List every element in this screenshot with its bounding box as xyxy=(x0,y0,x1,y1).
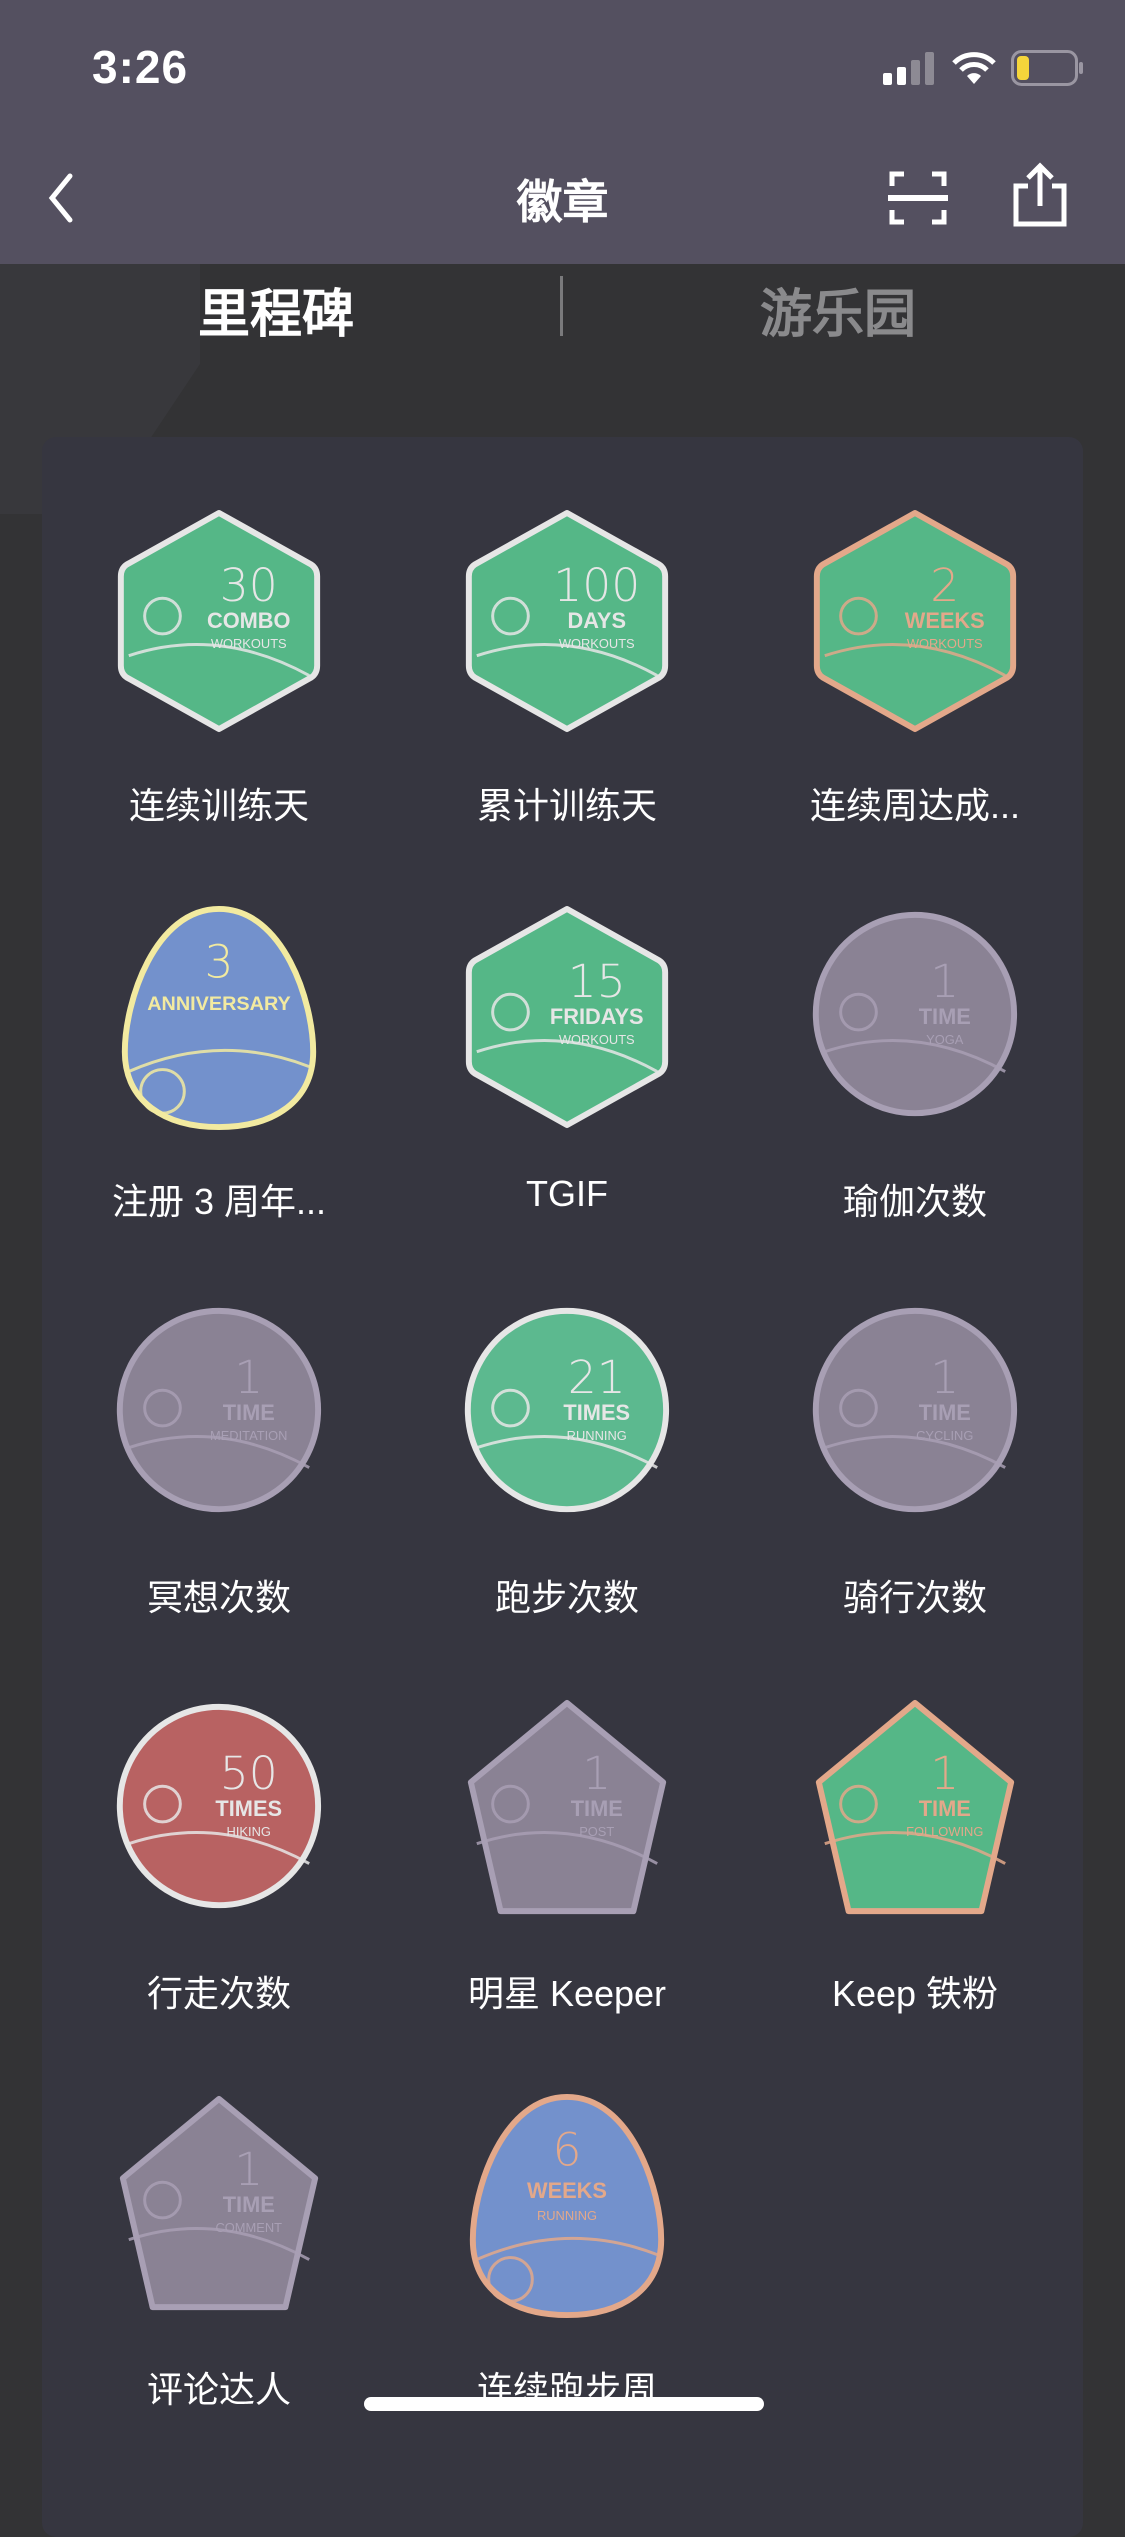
badge-line2: RUNNING xyxy=(567,1428,627,1443)
badge-item[interactable]: 6 WEEKS RUNNING 连续跑步周 xyxy=(390,2021,744,2417)
share-button[interactable] xyxy=(1012,162,1068,228)
tab-divider xyxy=(560,276,563,336)
badge-label: 冥想次数 xyxy=(146,1577,291,1618)
badge-number: 6 xyxy=(552,2123,581,2176)
badge-label: 跑步次数 xyxy=(494,1577,639,1618)
badge-pent-icon: 1 TIME FOLLOWING xyxy=(815,1699,1015,1915)
badge-line2: FOLLOWING xyxy=(906,1824,983,1839)
badge-line2: YOGA xyxy=(926,1032,964,1047)
badge-label: 行走次数 xyxy=(146,1973,291,2014)
battery-icon xyxy=(1011,50,1083,86)
badge-label: Keep 铁粉 xyxy=(831,1973,999,2014)
badge-line2: HIKING xyxy=(227,1824,271,1839)
badge-circle-icon: 21 TIMES RUNNING xyxy=(464,1307,670,1513)
badge-line1: WEEKS xyxy=(527,2178,607,2203)
badge-line2: WORKOUTS xyxy=(559,1032,635,1047)
badge-hex-icon: 2 WEEKS WORKOUTS xyxy=(813,509,1017,733)
badge-item[interactable]: 1 TIME COMMENT 评论达人 xyxy=(42,2021,396,2417)
badge-hex-icon: 30 COMBO WORKOUTS xyxy=(117,509,321,733)
badge-label: 瑜伽次数 xyxy=(842,1181,987,1222)
wifi-icon xyxy=(952,52,996,84)
badge-hex-icon: 100 DAYS WORKOUTS xyxy=(465,509,669,733)
badge-number: 2 xyxy=(930,559,959,612)
badge-number: 15 xyxy=(568,955,626,1008)
badge-grid: 30 COMBO WORKOUTS 连续训练天 100 DAYS WORKOUT… xyxy=(42,437,1083,2537)
badge-line2: RUNNING xyxy=(537,2208,597,2223)
tab-bar: 里程碑 游乐园 xyxy=(0,264,1125,364)
signal-icon xyxy=(883,52,934,85)
badge-circle-icon: 1 TIME CYCLING xyxy=(812,1307,1018,1513)
badge-line1: FRIDAYS xyxy=(550,1004,644,1029)
badge-label: 注册 3 周年... xyxy=(111,1181,327,1222)
badge-egg-icon: 3 ANNIVERSARY xyxy=(121,905,317,1131)
badge-pent-icon: 1 TIME POST xyxy=(467,1699,667,1915)
badge-circle-icon: 50 TIMES HIKING xyxy=(116,1703,322,1909)
badge-line1: TIME xyxy=(919,1400,971,1425)
status-icons xyxy=(883,50,1085,86)
badge-item[interactable]: 3 ANNIVERSARY 注册 3 周年... xyxy=(42,833,396,1229)
badge-line1: TIMES xyxy=(563,1400,630,1425)
badge-circle-icon: 1 TIME MEDITATION xyxy=(116,1307,322,1513)
badge-line1: ANNIVERSARY xyxy=(147,993,290,1015)
badge-label: TGIF xyxy=(526,1173,608,1214)
badge-pent-icon: 1 TIME COMMENT xyxy=(119,2095,319,2311)
badge-line1: TIMES xyxy=(215,1796,282,1821)
scan-button[interactable] xyxy=(888,170,948,226)
badge-item[interactable]: 50 TIMES HIKING 行走次数 xyxy=(42,1625,396,2021)
badge-item[interactable]: 2 WEEKS WORKOUTS 连续周达成... xyxy=(738,437,1092,833)
badge-item[interactable]: 21 TIMES RUNNING 跑步次数 xyxy=(390,1229,744,1625)
badge-item[interactable]: 100 DAYS WORKOUTS 累计训练天 xyxy=(390,437,744,833)
badge-number: 30 xyxy=(220,559,278,612)
badge-line2: WORKOUTS xyxy=(559,636,635,651)
badge-number: 1 xyxy=(234,1351,263,1404)
badge-number: 21 xyxy=(568,1351,626,1404)
badge-line1: COMBO xyxy=(207,608,291,633)
badge-label: 连续周达成... xyxy=(809,785,1020,826)
badge-item[interactable]: 1 TIME POST 明星 Keeper xyxy=(390,1625,744,2021)
badge-number: 3 xyxy=(204,935,233,988)
badge-item[interactable]: 1 TIME MEDITATION 冥想次数 xyxy=(42,1229,396,1625)
badge-hex-icon: 15 FRIDAYS WORKOUTS xyxy=(465,905,669,1129)
badge-line2: MEDITATION xyxy=(210,1428,287,1443)
badge-line2: COMMENT xyxy=(215,2220,282,2235)
badge-item[interactable]: 1 TIME CYCLING 骑行次数 xyxy=(738,1229,1092,1625)
badge-line2: WORKOUTS xyxy=(211,636,287,651)
badge-line1: TIME xyxy=(223,1400,275,1425)
badge-number: 1 xyxy=(234,2143,263,2196)
badge-line1: TIME xyxy=(919,1004,971,1029)
badge-label: 明星 Keeper xyxy=(467,1973,667,2014)
badge-line1: DAYS xyxy=(567,608,626,633)
home-indicator xyxy=(364,2397,764,2411)
badge-line1: WEEKS xyxy=(905,608,985,633)
badge-line2: CYCLING xyxy=(916,1428,973,1443)
badge-label: 骑行次数 xyxy=(842,1577,987,1618)
badge-label: 评论达人 xyxy=(146,2369,291,2410)
badge-number: 1 xyxy=(930,955,959,1008)
badge-label: 连续训练天 xyxy=(128,785,309,826)
badge-item[interactable]: 1 TIME FOLLOWING Keep 铁粉 xyxy=(738,1625,1092,2021)
nav-header: 3:26 徽章 xyxy=(0,0,1125,264)
badge-number: 1 xyxy=(582,1747,611,1800)
tab-playground[interactable]: 游乐园 xyxy=(760,272,916,347)
page-title: 徽章 xyxy=(516,176,609,228)
badge-line2: WORKOUTS xyxy=(907,636,983,651)
badge-circle-icon: 1 TIME YOGA xyxy=(812,911,1018,1117)
badge-item[interactable]: 30 COMBO WORKOUTS 连续训练天 xyxy=(42,437,396,833)
badge-line1: TIME xyxy=(571,1796,623,1821)
badge-line1: TIME xyxy=(223,2192,275,2217)
badge-number: 1 xyxy=(930,1351,959,1404)
tab-milestones[interactable]: 里程碑 xyxy=(198,272,354,347)
badge-line2: POST xyxy=(579,1824,614,1839)
badge-item[interactable]: 1 TIME YOGA 瑜伽次数 xyxy=(738,833,1092,1229)
badge-number: 100 xyxy=(553,559,640,612)
badge-egg-icon: 6 WEEKS RUNNING xyxy=(469,2093,665,2319)
badge-item[interactable]: 15 FRIDAYS WORKOUTS TGIF xyxy=(390,833,744,1229)
badge-number: 1 xyxy=(930,1747,959,1800)
badge-number: 50 xyxy=(220,1747,278,1800)
badge-label: 累计训练天 xyxy=(476,785,657,826)
badge-line1: TIME xyxy=(919,1796,971,1821)
status-time: 3:26 xyxy=(92,41,189,93)
